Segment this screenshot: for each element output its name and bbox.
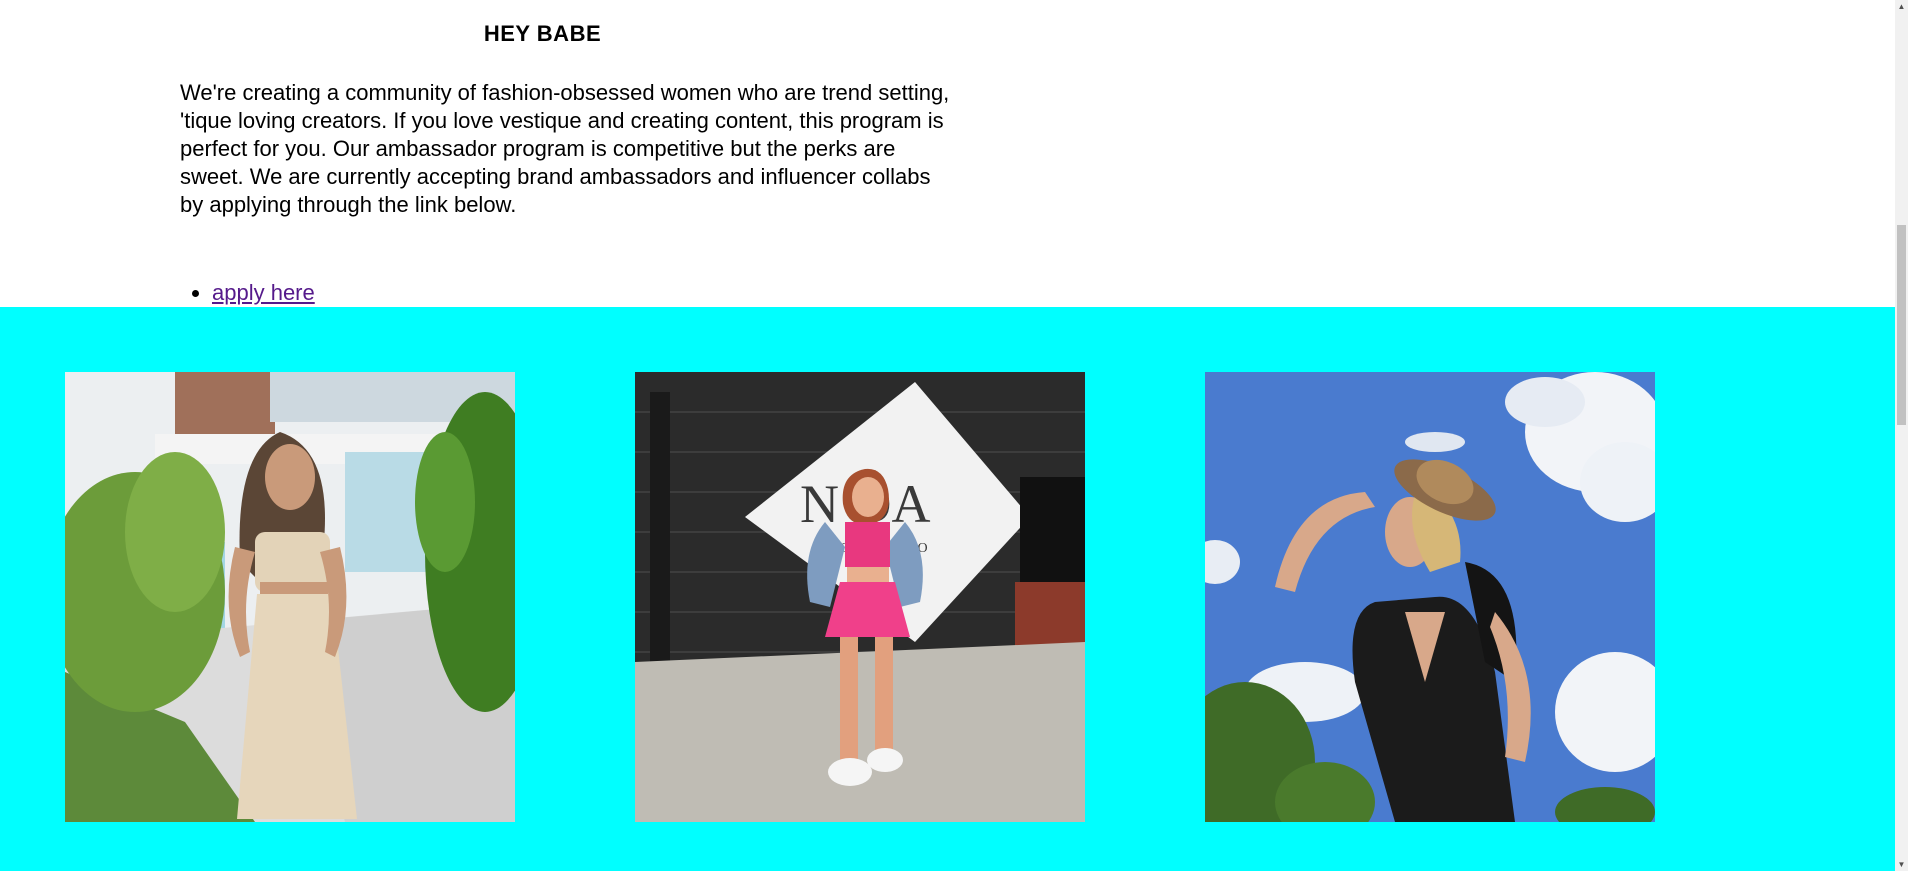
page-content: HEY BABE We're creating a community of f… (0, 0, 1895, 871)
intro-paragraph: We're creating a community of fashion-ob… (180, 80, 950, 217)
apply-here-link[interactable]: apply here (212, 280, 315, 305)
scroll-down-icon[interactable]: ▼ (1895, 858, 1908, 871)
ambassador-photo-1 (65, 372, 515, 822)
browser-viewport: HEY BABE We're creating a community of f… (0, 0, 1908, 871)
link-list: apply here (180, 279, 315, 307)
ambassador-photo-3 (1205, 372, 1655, 822)
vertical-scrollbar[interactable]: ▲ ▼ (1895, 0, 1908, 871)
list-item: apply here (212, 279, 315, 307)
page-heading: HEY BABE (483, 21, 602, 46)
photo-gallery: N DA CHARLO (0, 307, 1895, 871)
ambassador-photo-2: N DA CHARLO (635, 372, 1085, 822)
scroll-up-icon[interactable]: ▲ (1895, 0, 1908, 13)
scrollbar-thumb[interactable] (1897, 225, 1906, 425)
